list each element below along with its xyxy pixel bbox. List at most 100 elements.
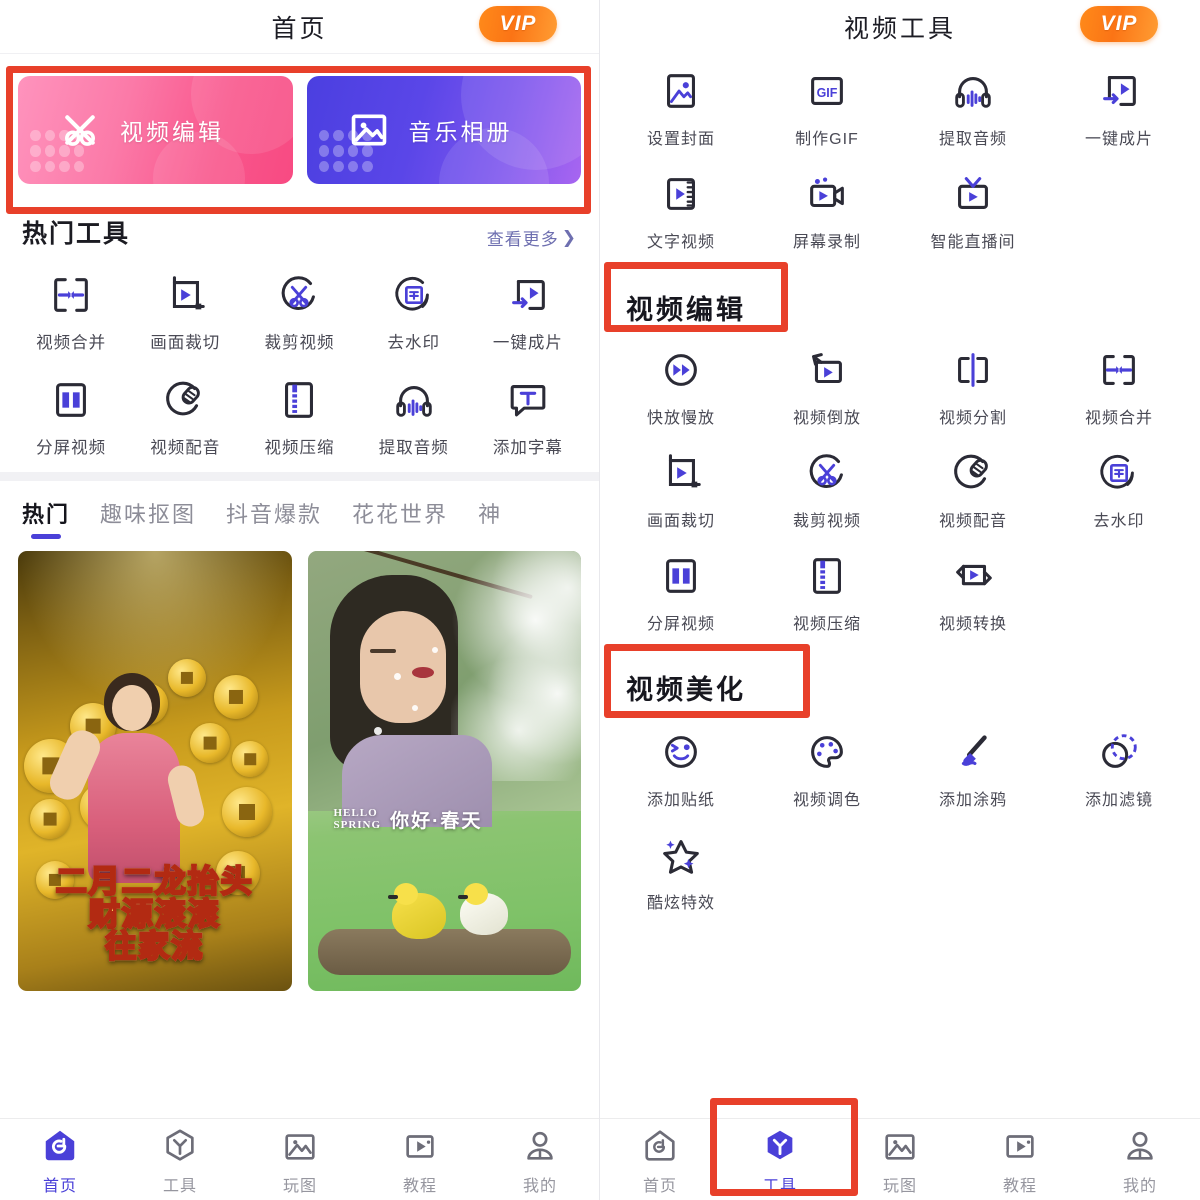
watermark-icon <box>395 276 429 311</box>
vip-badge[interactable]: VIP <box>1080 6 1158 42</box>
crop-icon <box>173 276 206 310</box>
tool-item-crop[interactable]: 画面裁切 <box>608 450 754 531</box>
tool-item-reverse[interactable]: 视频倒放 <box>754 347 900 428</box>
view-more-label: 查看更多 <box>486 230 559 249</box>
tool-item-live-room[interactable]: 智能直播间 <box>900 171 1046 252</box>
palette-icon <box>811 736 843 768</box>
template-cards: 二月二龙抬头 财源滚滚 往家流 HELLO SPRING 你好·春天 <box>0 541 599 991</box>
tool-item-split-screen[interactable]: 分屏视频 <box>14 377 128 458</box>
nav-item-tutorial[interactable]: 教程 <box>960 1127 1080 1196</box>
tool-label: 画面裁切 <box>646 513 715 530</box>
nav-item-tutorial[interactable]: 教程 <box>360 1127 480 1196</box>
tool-item-watermark[interactable]: 去水印 <box>357 272 471 353</box>
tool-item-filter[interactable]: 添加滤镜 <box>1046 729 1192 810</box>
nav-label: 我的 <box>522 1178 557 1195</box>
tool-item-compress[interactable]: 视频压缩 <box>242 377 356 458</box>
nav-item-photo[interactable]: 玩图 <box>840 1127 960 1196</box>
tool-item-watermark[interactable]: 去水印 <box>1046 450 1192 531</box>
tools-hex-icon <box>166 1129 194 1161</box>
tool-label: 去水印 <box>387 334 440 352</box>
tab-overflow[interactable]: 神 <box>478 497 502 541</box>
left-bottom-nav: 首页 工具 玩图 教程 我的 <box>0 1118 599 1200</box>
screen-record-icon <box>810 177 844 208</box>
nav-item-tools[interactable]: 工具 <box>120 1127 240 1196</box>
tool-label: 视频合并 <box>36 334 107 352</box>
tab-hot[interactable]: 热门 <box>22 497 70 541</box>
tool-label: 视频转换 <box>938 616 1007 633</box>
vip-label: VIP <box>1100 12 1138 35</box>
video-beautify-tools-grid: 添加贴纸 视频调色 添加涂鸦 添加滤镜 酷炫特效 <box>600 719 1200 921</box>
tool-label: 视频倒放 <box>792 410 861 427</box>
quick-action-banners: 视频编辑 音乐相册 <box>0 54 599 194</box>
merge-icon <box>54 278 88 312</box>
tool-item-merge[interactable]: 视频合并 <box>1046 347 1192 428</box>
tool-label: 视频分割 <box>938 410 1007 427</box>
nav-label: 我的 <box>1122 1178 1157 1195</box>
card-en-line2: SPRING <box>333 818 382 831</box>
tool-item-make-gif[interactable]: GIF 制作GIF <box>754 68 900 149</box>
tool-label: 快放慢放 <box>646 410 715 427</box>
tool-item-split-screen[interactable]: 分屏视频 <box>608 553 754 634</box>
section-title: 视频美化 <box>626 675 746 705</box>
template-card-green[interactable]: HELLO SPRING 你好·春天 <box>307 551 581 991</box>
tool-item-one-click[interactable]: 一键成片 <box>1046 68 1192 149</box>
tool-label: 一键成片 <box>492 334 563 352</box>
sticker-face-icon <box>665 736 697 768</box>
tool-item-merge[interactable]: 视频合并 <box>14 272 128 353</box>
live-tv-icon <box>958 177 988 209</box>
tool-item-doodle[interactable]: 添加涂鸦 <box>900 729 1046 810</box>
tool-item-compress[interactable]: 视频压缩 <box>754 553 900 634</box>
compress-icon <box>813 558 841 594</box>
tool-item-dubbing[interactable]: 视频配音 <box>900 450 1046 531</box>
tool-item-split[interactable]: 视频分割 <box>900 347 1046 428</box>
tool-item-speed[interactable]: 快放慢放 <box>608 347 754 428</box>
tool-item-screen-record[interactable]: 屏幕录制 <box>754 171 900 252</box>
tool-item-one-click[interactable]: 一键成片 <box>471 272 585 353</box>
top-tools-grid: 设置封面 GIF 制作GIF 提取音频 一键成片 文字视频 屏幕录制 智能直播间 <box>600 54 1200 260</box>
tool-item-extract-audio[interactable]: 提取音频 <box>900 68 1046 149</box>
tool-item-extract-audio[interactable]: 提取音频 <box>357 377 471 458</box>
photo-icon <box>351 114 386 146</box>
tool-label: 视频合并 <box>1084 410 1153 427</box>
tool-item-text-video[interactable]: 文字视频 <box>608 171 754 252</box>
split-screen-icon <box>56 383 87 417</box>
split-icon <box>958 353 988 387</box>
nav-item-home[interactable]: 首页 <box>0 1127 120 1196</box>
nav-item-profile[interactable]: 我的 <box>1080 1127 1200 1196</box>
tab-douyin[interactable]: 抖音爆款 <box>226 497 322 541</box>
nav-item-home[interactable]: 首页 <box>600 1127 720 1196</box>
profile-icon <box>1127 1131 1153 1160</box>
tool-item-dubbing[interactable]: 视频配音 <box>128 377 242 458</box>
tool-label: 制作GIF <box>795 131 859 148</box>
tool-item-sticker[interactable]: 添加贴纸 <box>608 729 754 810</box>
tool-item-convert[interactable]: 视频转换 <box>900 553 1046 634</box>
tool-item-crop[interactable]: 画面裁切 <box>128 272 242 353</box>
tool-item-set-cover[interactable]: 设置封面 <box>608 68 754 149</box>
tool-label: 视频配音 <box>150 439 221 457</box>
nav-item-photo[interactable]: 玩图 <box>240 1127 360 1196</box>
scissors-circle-icon <box>809 454 843 488</box>
left-panel-home: 首页 VIP 视频编辑 音乐相册 热门工具 查看更多 ❯ 视频合并 画面裁切 裁… <box>0 0 600 1200</box>
tool-label: 添加滤镜 <box>1084 792 1153 809</box>
tab-label: 花花世界 <box>352 502 449 527</box>
tab-cutout[interactable]: 趣味抠图 <box>100 497 196 541</box>
tool-item-effects[interactable]: 酷炫特效 <box>608 832 754 913</box>
nav-item-profile[interactable]: 我的 <box>480 1127 599 1196</box>
filter-icon <box>1102 734 1137 768</box>
nav-item-tools[interactable]: 工具 <box>720 1127 840 1196</box>
tool-item-trim[interactable]: 裁剪视频 <box>754 450 900 531</box>
tool-item-color-grade[interactable]: 视频调色 <box>754 729 900 810</box>
dub-mic-icon <box>954 454 988 489</box>
tab-flower-world[interactable]: 花花世界 <box>352 497 448 541</box>
tool-label: 画面裁切 <box>150 334 221 352</box>
tool-item-subtitle[interactable]: 添加字幕 <box>471 377 585 458</box>
hot-tools-grid: 视频合并 画面裁切 裁剪视频 去水印 一键成片 分屏视频 视频配音 视频压缩 提… <box>0 254 599 472</box>
view-more-link[interactable]: 查看更多 ❯ <box>487 225 577 250</box>
banner-video-edit[interactable]: 视频编辑 <box>18 76 293 184</box>
tool-label: 一键成片 <box>1084 131 1153 148</box>
vip-badge[interactable]: VIP <box>479 6 557 42</box>
page-title: 视频工具 <box>843 15 956 43</box>
tool-item-trim[interactable]: 裁剪视频 <box>242 272 356 353</box>
template-card-gold[interactable]: 二月二龙抬头 财源滚滚 往家流 <box>18 551 292 991</box>
banner-music-album[interactable]: 音乐相册 <box>306 76 581 184</box>
